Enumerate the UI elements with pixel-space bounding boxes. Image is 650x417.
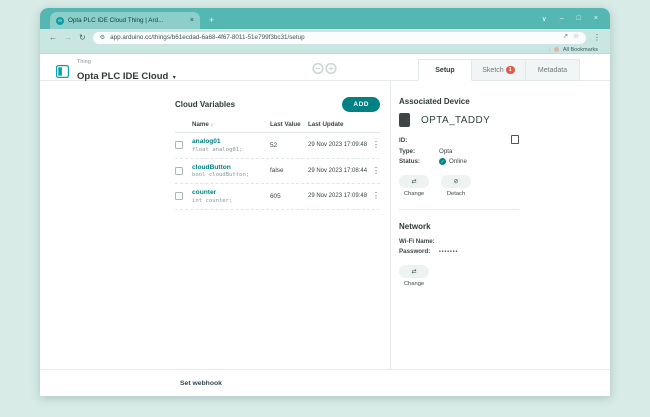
detach-device-button[interactable]: ⊘ [441, 175, 471, 188]
swap-icon: ⇄ [411, 268, 416, 275]
tab-sketch[interactable]: Sketch1 [472, 59, 526, 81]
password-masked-value: ••••••• [439, 249, 458, 255]
copy-id-icon[interactable] [513, 137, 519, 144]
device-type-value: Opta [439, 148, 452, 155]
swap-icon: ⇄ [411, 178, 416, 185]
tab-close-icon[interactable]: × [190, 17, 194, 24]
share-icon[interactable]: ↗ [563, 34, 568, 41]
thing-tabs: Setup Sketch1 Metadata [418, 59, 580, 81]
variables-table: Name ↓ Last Value Last Update analog01 f… [175, 121, 380, 210]
variable-last-value: 605 [270, 193, 308, 200]
column-last-update: Last Update [308, 121, 368, 128]
change-device-label: Change [404, 191, 424, 197]
column-name[interactable]: Name ↓ [192, 121, 270, 128]
browser-tabstrip: ∞ Opta PLC IDE Cloud Thing | Ard... × + … [40, 8, 610, 29]
back-icon[interactable]: ← [49, 34, 57, 42]
add-variable-button[interactable]: ADD [342, 97, 380, 112]
online-status-icon: ✓ [439, 158, 446, 165]
device-thumbnail-icon [399, 113, 410, 127]
wifi-name-label: Wi-Fi Name: [399, 238, 439, 245]
address-bar[interactable]: ⚙ app.arduino.cc/things/b61ecdad-6a68-4f… [93, 32, 586, 44]
device-id-label: ID: [399, 137, 439, 144]
device-status-label: Status: [399, 158, 439, 165]
browser-menu-icon[interactable]: ⋮ [593, 33, 601, 42]
associated-device-title: Associated Device [399, 97, 519, 106]
cloud-variables-title: Cloud Variables [175, 100, 235, 109]
new-tab-button[interactable]: + [209, 16, 214, 25]
row-menu-icon[interactable]: ⋮ [368, 167, 380, 175]
minimize-icon[interactable]: – [560, 15, 564, 22]
variable-declaration: float analog01; [192, 147, 270, 153]
variable-name-link[interactable]: analog01 [192, 138, 270, 145]
detach-device-label: Detach [447, 191, 465, 197]
app-header: Thing Opta PLC IDE Cloud ▾ Setup [40, 54, 610, 81]
tab-metadata[interactable]: Metadata [526, 59, 580, 81]
close-icon[interactable]: × [594, 15, 598, 22]
bookmarks-separator: | [549, 47, 550, 53]
row-menu-icon[interactable]: ⋮ [368, 192, 380, 200]
window-controls: ∨ – □ × [542, 8, 598, 29]
maximize-icon[interactable]: □ [577, 15, 581, 22]
reload-icon[interactable]: ↻ [79, 34, 86, 42]
device-type-label: Type: [399, 148, 439, 155]
variable-declaration: int counter; [192, 198, 270, 204]
site-info-icon[interactable]: ⚙ [100, 35, 105, 41]
row-checkbox[interactable] [175, 167, 183, 175]
forward-icon[interactable]: → [64, 34, 72, 42]
divider [399, 209, 519, 210]
sidebar-toggle-icon[interactable] [56, 65, 69, 78]
change-network-button[interactable]: ⇄ [399, 265, 429, 278]
browser-tab[interactable]: ∞ Opta PLC IDE Cloud Thing | Ard... × [50, 12, 200, 29]
title-dropdown-caret-icon[interactable]: ▾ [173, 75, 176, 81]
variable-last-update: 29 Nov 2023 17:09:48 [308, 193, 368, 199]
thing-eyebrow-label: Thing [77, 59, 176, 65]
bookmarks-bar: | All Bookmarks [40, 46, 610, 54]
thing-title-block: Thing Opta PLC IDE Cloud ▾ [77, 59, 176, 84]
change-device-button[interactable]: ⇄ [399, 175, 429, 188]
table-row: cloudButton bool cloudButton; false 29 N… [175, 159, 380, 185]
app-footer: Set webhook [40, 369, 610, 396]
page-title[interactable]: Opta PLC IDE Cloud [77, 71, 168, 82]
cloud-variables-pane: Cloud Variables ADD Name ↓ Last Value La… [40, 81, 390, 369]
sort-arrow-icon: ↓ [211, 122, 214, 128]
variable-last-update: 29 Nov 2023 17:08:44 [308, 168, 368, 174]
row-menu-icon[interactable]: ⋮ [368, 141, 380, 149]
browser-toolbar: ← → ↻ ⚙ app.arduino.cc/things/b61ecdad-6… [40, 29, 610, 46]
variable-last-update: 29 Nov 2023 17:09:48 [308, 142, 368, 148]
set-webhook-link[interactable]: Set webhook [180, 380, 222, 387]
bookmarks-avatar-icon [554, 47, 559, 52]
all-bookmarks-button[interactable]: All Bookmarks [563, 47, 598, 53]
url-text[interactable]: app.arduino.cc/things/b61ecdad-6a68-4f67… [110, 34, 558, 41]
bookmark-star-icon[interactable]: ☆ [573, 34, 579, 41]
arduino-logo-icon [310, 62, 340, 80]
table-row: analog01 float analog01; 52 29 Nov 2023 … [175, 133, 380, 159]
arduino-favicon-icon: ∞ [56, 17, 64, 25]
variable-name-link[interactable]: cloudButton [192, 164, 270, 171]
table-row: counter int counter; 605 29 Nov 2023 17:… [175, 184, 380, 210]
tab-sketch-label: Sketch [482, 67, 503, 74]
variable-declaration: bool cloudButton; [192, 172, 270, 178]
column-last-value: Last Value [270, 121, 308, 128]
row-checkbox[interactable] [175, 141, 183, 149]
device-pane: Associated Device OPTA_TADDY ID: Type: O… [390, 81, 610, 369]
arduino-cloud-app: Thing Opta PLC IDE Cloud ▾ Setup [40, 54, 610, 396]
device-status-value: Online [449, 158, 467, 165]
password-label: Password: [399, 248, 439, 255]
unlink-icon: ⊘ [453, 178, 458, 185]
row-checkbox[interactable] [175, 192, 183, 200]
browser-window: ∞ Opta PLC IDE Cloud Thing | Ard... × + … [40, 8, 610, 396]
variable-last-value: 52 [270, 142, 308, 149]
browser-tab-title: Opta PLC IDE Cloud Thing | Ard... [68, 17, 186, 24]
chevron-down-icon[interactable]: ∨ [542, 15, 547, 23]
variables-table-header: Name ↓ Last Value Last Update [175, 121, 380, 133]
device-name: OPTA_TADDY [421, 115, 490, 126]
variable-name-link[interactable]: counter [192, 189, 270, 196]
sketch-badge: 1 [506, 66, 515, 74]
change-network-label: Change [404, 281, 424, 287]
network-title: Network [399, 222, 519, 231]
tab-setup[interactable]: Setup [418, 59, 472, 81]
variable-last-value: false [270, 167, 308, 174]
